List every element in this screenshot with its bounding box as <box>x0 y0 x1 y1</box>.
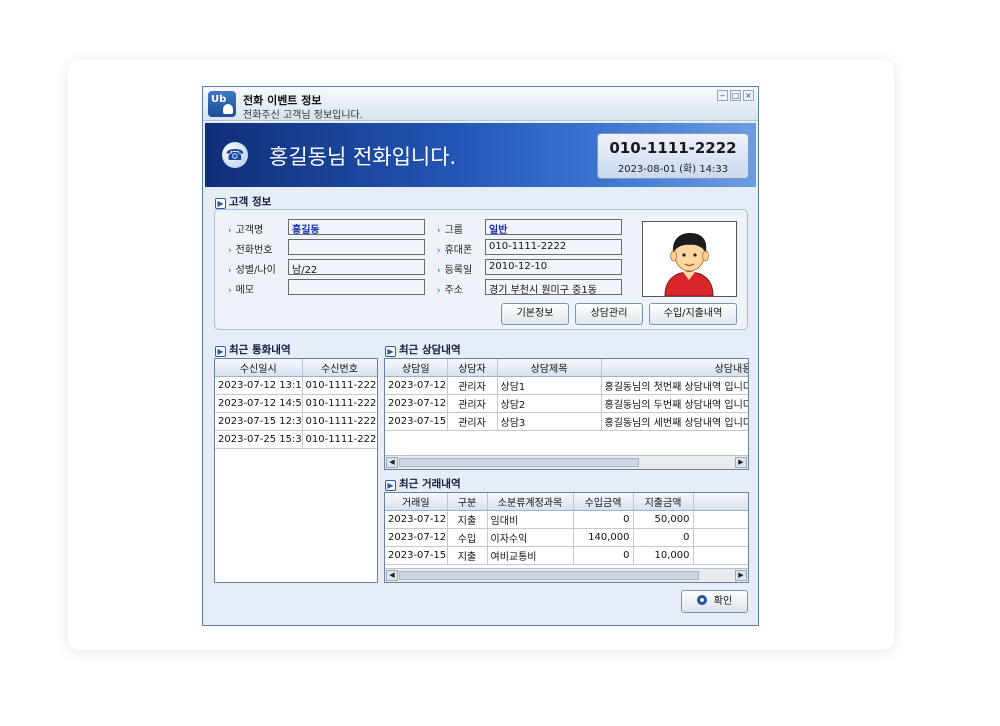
phone-icon: ☎ <box>222 142 248 168</box>
ok-circle-icon <box>696 595 707 605</box>
consults-col-header[interactable]: 상담제목 <box>497 359 602 377</box>
table-row[interactable]: 2023-07-25 15:33 010-1111-2222 <box>215 430 377 449</box>
group-label: › 그룹 <box>437 225 464 236</box>
table-row[interactable]: 2023-07-15 관리자 상담3 홍길동님의 세번째 상담내역 입니다. <box>385 412 748 431</box>
ok-button[interactable]: 확인 <box>681 590 748 613</box>
app-logo-text: Ub <box>211 94 227 105</box>
person-icon <box>223 104 233 114</box>
transactions-section-title: ▶ 최근 거래내역 <box>385 476 461 491</box>
transactions-col-header[interactable]: 구분 <box>447 493 488 511</box>
transactions-col-header[interactable]: 지출금액 <box>633 493 694 511</box>
scroll-left-icon[interactable]: ◀ <box>386 457 398 468</box>
minimize-icon[interactable]: ‒ <box>717 90 728 101</box>
customer-section-label: 고객 정보 <box>229 196 272 208</box>
customer-section-title: ▶ 고객 정보 <box>215 194 271 209</box>
table-row[interactable]: 2023-07-12 지출 임대비 0 50,000 <box>385 510 748 529</box>
transactions-col-header[interactable]: 수입금액 <box>573 493 634 511</box>
chevron-right-icon: ▶ <box>215 198 226 209</box>
income-expense-button[interactable]: 수입/지출내역 <box>649 303 737 325</box>
consults-col-header[interactable]: 상담자 <box>447 359 498 377</box>
scroll-right-icon[interactable]: ▶ <box>735 457 747 468</box>
window-subtitle: 전화주신 고객님 정보입니다. <box>243 110 363 121</box>
regdate-label: › 등록일 <box>437 265 473 276</box>
consults-grid: 상담일 상담자 상담제목 상담내용 2023-07-12 관리자 상담1 홍길동님의 … <box>384 358 749 470</box>
consults-section-label: 최근 상담내역 <box>399 344 461 356</box>
gender-age-field[interactable]: 남/22 <box>288 259 425 275</box>
memo-label: › 메모 <box>228 285 255 296</box>
scroll-left-icon[interactable]: ◀ <box>386 570 398 581</box>
calls-grid: 수신일시 수신번호 2023-07-12 13:10 010-1111-2222 … <box>214 358 378 583</box>
scroll-thumb[interactable] <box>399 458 639 467</box>
basic-info-button[interactable]: 기본정보 <box>501 303 569 325</box>
table-row[interactable]: 2023-07-12 14:52 010-1111-2222 <box>215 394 377 413</box>
caller-title: 홍길동님 전화입니다. <box>269 145 457 169</box>
customer-info-panel: › 고객명 홍길동 › 전화번호 › 성별/나이 남/22 › 메모 › 그룹 일반 › 휴… <box>214 209 748 330</box>
chevron-right-icon: ▶ <box>215 346 226 357</box>
transactions-col-header[interactable]: 소분류계정과목 <box>487 493 574 511</box>
name-label: › 고객명 <box>228 225 264 236</box>
name-field[interactable]: 홍길동 <box>288 219 425 235</box>
caller-info-box: 010-1111-2222 2023-08-01 (화) 14:33 <box>597 133 749 179</box>
caller-banner: ☎ 홍길동님 전화입니다. 010-1111-2222 2023-08-01 (… <box>205 123 756 187</box>
transactions-col-header <box>693 493 748 511</box>
maximize-icon[interactable]: □ <box>730 90 741 101</box>
phone-label: › 전화번호 <box>228 245 273 256</box>
scroll-thumb[interactable] <box>399 571 699 580</box>
title-bar[interactable]: Ub 전화 이벤트 정보 전화주신 고객님 정보입니다. ‒ □ × <box>203 87 758 121</box>
transactions-section-label: 최근 거래내역 <box>399 478 461 490</box>
scroll-right-icon[interactable]: ▶ <box>735 570 747 581</box>
transactions-scrollbar[interactable]: ◀ ▶ <box>385 568 748 582</box>
group-field[interactable]: 일반 <box>485 219 622 235</box>
address-label: › 주소 <box>437 285 464 296</box>
table-row[interactable]: 2023-07-12 관리자 상담1 홍길동님의 첫번째 상담내역 입니다. <box>385 376 748 395</box>
calls-col-header[interactable]: 수신번호 <box>302 359 377 377</box>
caller-phone-number: 010-1111-2222 <box>609 139 737 157</box>
gender-age-label: › 성별/나이 <box>228 265 276 276</box>
phone-event-window: Ub 전화 이벤트 정보 전화주신 고객님 정보입니다. ‒ □ × ☎ 홍길동… <box>202 86 759 626</box>
chevron-right-icon: ▶ <box>385 346 396 357</box>
table-row[interactable]: 2023-07-15 지출 여비교통비 0 10,000 <box>385 546 748 565</box>
transactions-col-header[interactable]: 거래일 <box>385 493 448 511</box>
regdate-field[interactable]: 2010-12-10 <box>485 259 622 275</box>
consults-scrollbar[interactable]: ◀ ▶ <box>385 455 748 469</box>
transactions-grid: 거래일 구분 소분류계정과목 수입금액 지출금액 2023-07-12 지출 임대비… <box>384 492 749 583</box>
chevron-right-icon: ▶ <box>385 480 396 491</box>
address-field[interactable]: 경기 부천시 원미구 중1동 <box>485 279 622 295</box>
calls-col-header[interactable]: 수신일시 <box>215 359 303 377</box>
customer-avatar <box>642 221 737 297</box>
consult-manage-button[interactable]: 상담관리 <box>575 303 643 325</box>
app-logo-icon: Ub <box>208 91 236 117</box>
memo-field[interactable] <box>288 279 425 295</box>
table-row[interactable]: 2023-07-15 12:30 010-1111-2222 <box>215 412 377 431</box>
table-row[interactable]: 2023-07-12 관리자 상담2 홍길동님의 두번째 상담내역 입니다. <box>385 394 748 413</box>
table-row[interactable]: 2023-07-12 13:10 010-1111-2222 <box>215 376 377 395</box>
close-icon[interactable]: × <box>743 90 754 101</box>
mobile-field[interactable]: 010-1111-2222 <box>485 239 622 255</box>
consults-col-header[interactable]: 상담내용 <box>601 359 748 377</box>
phone-field[interactable] <box>288 239 425 255</box>
call-datetime: 2023-08-01 (화) 14:33 <box>617 164 729 175</box>
consults-section-title: ▶ 최근 상담내역 <box>385 342 461 357</box>
calls-section-label: 최근 통화내역 <box>229 344 291 356</box>
avatar-icon <box>664 233 714 297</box>
mobile-label: › 휴대폰 <box>437 245 473 256</box>
ok-button-label: 확인 <box>713 596 733 607</box>
table-row[interactable]: 2023-07-12 수입 이자수익 140,000 0 <box>385 528 748 547</box>
consults-col-header[interactable]: 상담일 <box>385 359 448 377</box>
calls-section-title: ▶ 최근 통화내역 <box>215 342 291 357</box>
